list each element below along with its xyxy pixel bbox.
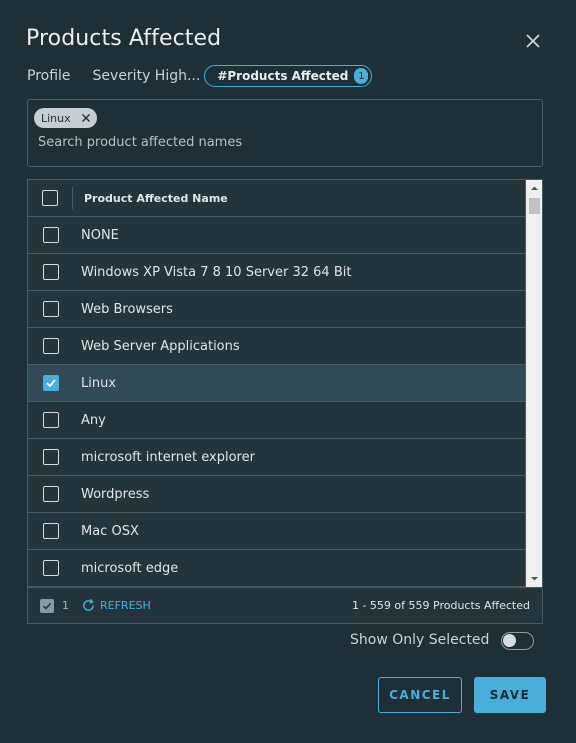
table-row[interactable]: microsoft edge [28,550,525,587]
footer-selected-count: 1 [62,599,69,612]
scrollbar-thumb[interactable] [529,198,540,214]
row-product-name: Web Server Applications [81,338,240,354]
search-box[interactable]: Linux [27,99,543,167]
table-row[interactable]: Windows XP Vista 7 8 10 Server 32 64 Bit [28,254,525,291]
row-checkbox[interactable] [42,412,59,428]
row-product-name: Windows XP Vista 7 8 10 Server 32 64 Bit [81,264,352,280]
grid-scrollbar[interactable] [525,180,542,587]
breadcrumb-products-affected[interactable]: #Products Affected 1 [204,65,373,87]
row-checkbox[interactable] [42,486,59,502]
breadcrumb-severity[interactable]: Severity High... [93,68,201,84]
products-affected-dialog: Products Affected Profile Severity High.… [0,0,576,743]
row-checkbox[interactable] [42,560,59,576]
chip-label: Linux [41,111,71,125]
row-checkbox[interactable] [42,227,59,243]
select-all-checkbox[interactable] [42,190,58,206]
row-checkbox[interactable] [42,301,59,317]
row-checkbox-checked[interactable] [42,375,59,391]
row-checkbox[interactable] [42,449,59,465]
table-row-selected[interactable]: Linux [28,365,525,402]
table-row[interactable]: Wordpress [28,476,525,513]
footer-selected-checkbox [40,598,54,613]
grid-header: Product Affected Name [28,180,525,217]
table-row[interactable]: NONE [28,217,525,254]
row-product-name: Mac OSX [81,523,139,539]
checkmark-icon [45,379,56,388]
grid-footer: 1 REFRESH 1 - 559 of 559 Products Affect… [28,587,542,623]
products-grid: Product Affected Name NONE Windows XP Vi… [27,179,543,624]
table-row[interactable]: Mac OSX [28,513,525,550]
cancel-button[interactable]: CANCEL [378,677,462,713]
column-header-product-name[interactable]: Product Affected Name [73,192,228,205]
row-product-name: NONE [81,227,119,243]
search-input[interactable] [38,132,528,152]
refresh-icon [83,598,94,611]
row-product-name: Wordpress [81,486,150,502]
show-only-selected-toggle[interactable] [501,632,534,650]
breadcrumb-profile[interactable]: Profile [27,68,71,84]
chip-remove-icon[interactable] [81,113,91,123]
table-row[interactable]: Web Server Applications [28,328,525,365]
breadcrumb-count-badge: 1 [354,68,369,84]
close-icon[interactable] [522,30,544,52]
refresh-label: REFRESH [100,599,151,612]
scroll-up-arrow-icon[interactable] [530,184,539,193]
show-only-selected-label: Show Only Selected [350,632,490,648]
row-product-name: Any [81,412,106,428]
table-row[interactable]: microsoft internet explorer [28,439,525,476]
save-button[interactable]: SAVE [474,677,546,713]
row-product-name: microsoft edge [81,560,179,576]
row-checkbox[interactable] [42,264,59,280]
breadcrumb: Profile Severity High... #Products Affec… [27,64,373,88]
row-product-name: microsoft internet explorer [81,449,255,465]
grid-rows: NONE Windows XP Vista 7 8 10 Server 32 6… [28,217,525,587]
checkmark-icon [42,602,52,610]
table-row[interactable]: Web Browsers [28,291,525,328]
row-checkbox[interactable] [42,338,59,354]
toggle-knob [503,634,516,647]
dialog-title: Products Affected [26,26,222,51]
row-checkbox[interactable] [42,523,59,539]
row-product-name: Web Browsers [81,301,173,317]
filter-chip-linux: Linux [34,108,97,128]
refresh-button[interactable]: REFRESH [81,598,151,613]
row-product-name: Linux [81,375,117,391]
scroll-down-arrow-icon[interactable] [530,574,539,583]
table-row[interactable]: Any [28,402,525,439]
pagination-range: 1 - 559 of 559 Products Affected [351,599,530,612]
select-all-cell [28,187,73,209]
breadcrumb-active-label: #Products Affected [217,69,349,83]
